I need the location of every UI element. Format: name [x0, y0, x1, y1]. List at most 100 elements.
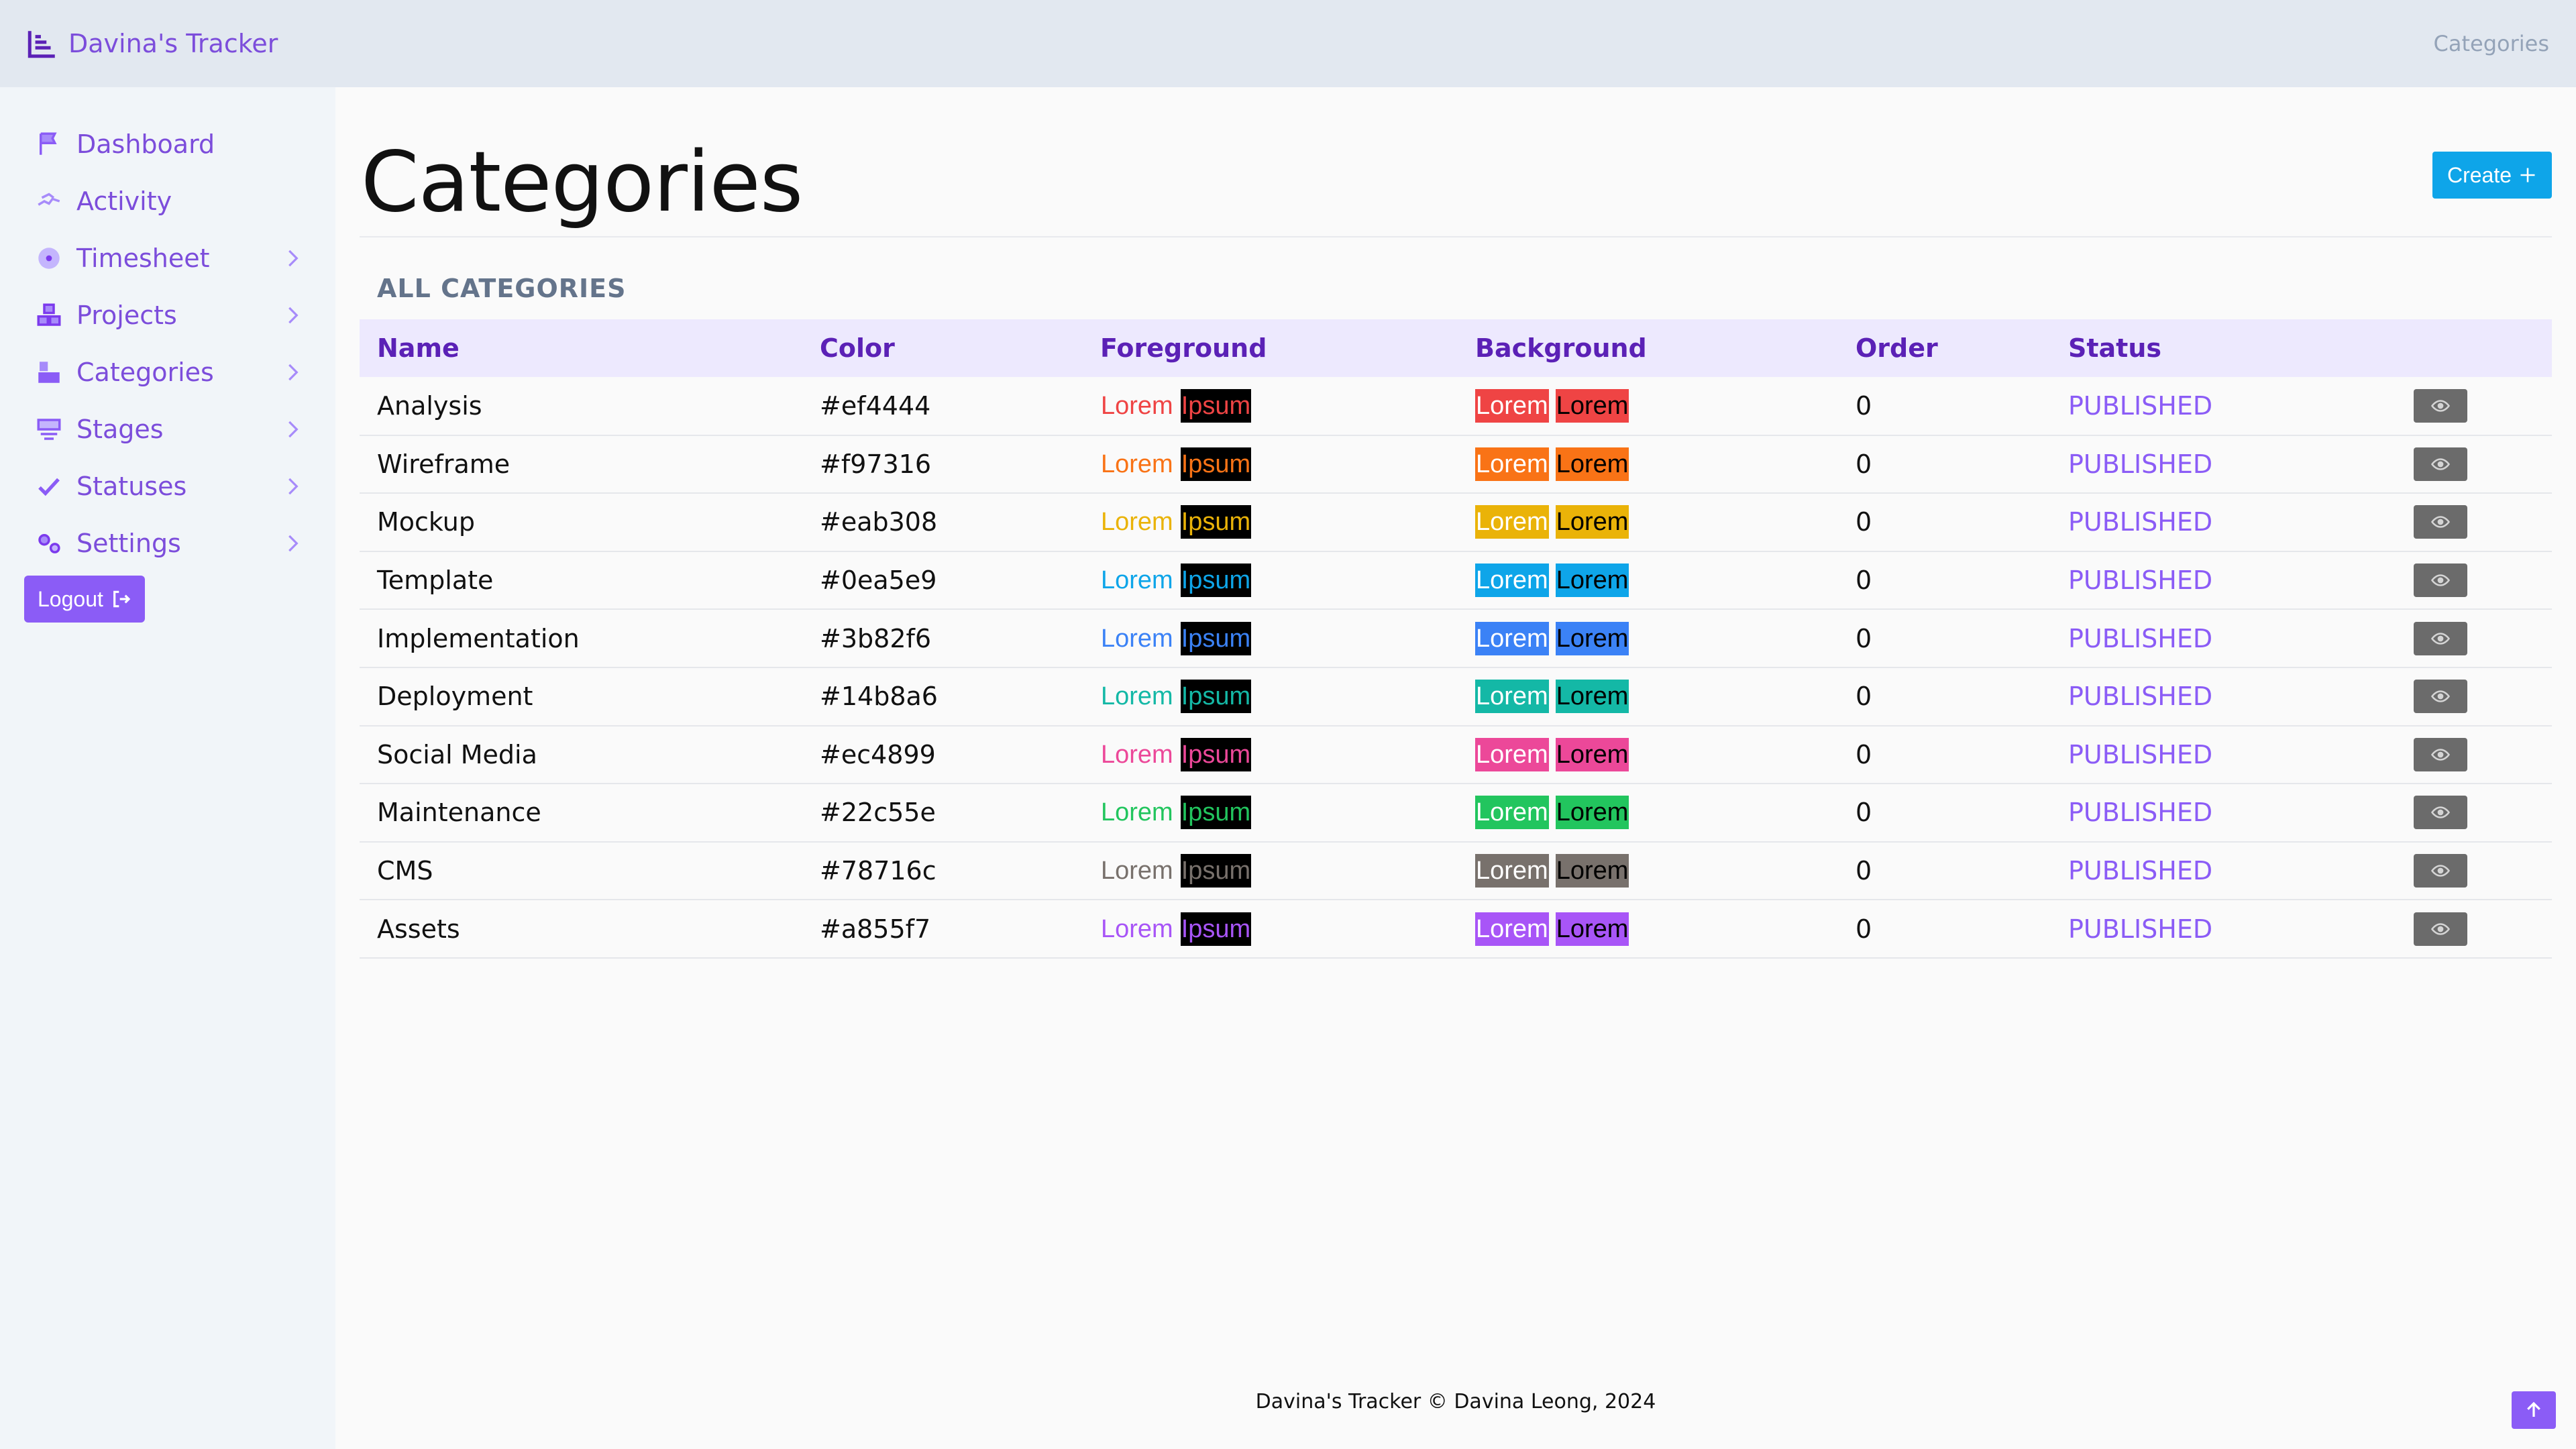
sidebar-item-stages[interactable]: Stages: [0, 400, 335, 458]
background-preview: Lorem Lorem: [1458, 551, 1838, 610]
gears-icon: [34, 528, 64, 559]
view-button[interactable]: [2414, 796, 2467, 830]
background-preview: Lorem Lorem: [1458, 435, 1838, 494]
view-button[interactable]: [2414, 505, 2467, 539]
logout-label: Logout: [38, 586, 103, 611]
header-foreground: Foreground: [1100, 333, 1267, 363]
view-button[interactable]: [2414, 737, 2467, 771]
chevron-right-icon: [288, 478, 299, 495]
sidebar-item-label: Stages: [76, 414, 164, 444]
categories-table: Name Color Foreground Background Order S…: [360, 319, 2552, 959]
foreground-on-light: Lorem: [1101, 740, 1173, 769]
status-label: PUBLISHED: [2068, 914, 2213, 944]
background-preview: Lorem Lorem: [1458, 900, 1838, 958]
foreground-preview: Lorem Ipsum: [1083, 551, 1458, 610]
sidebar-item-timesheet[interactable]: Timesheet: [0, 229, 335, 286]
category-name: Implementation: [377, 623, 580, 653]
running-icon: [34, 186, 64, 217]
sidebar-item-label: Timesheet: [76, 243, 210, 273]
status-label: PUBLISHED: [2068, 798, 2213, 828]
create-button[interactable]: Create: [2432, 152, 2552, 199]
category-color-hex: #0ea5e9: [820, 566, 937, 596]
category-color-hex: #ec4899: [820, 739, 936, 769]
category-color-hex: #78716c: [820, 856, 936, 886]
background-preview: Lorem Lorem: [1458, 667, 1838, 726]
category-order: 0: [1856, 507, 1872, 537]
sidebar-item-dashboard[interactable]: Dashboard: [0, 115, 335, 172]
view-button[interactable]: [2414, 912, 2467, 946]
sidebar: Dashboard Activity Timesheet Projects Catego…: [0, 87, 335, 1449]
background-with-black-text: Lorem: [1555, 737, 1629, 771]
eye-icon: [2430, 400, 2451, 412]
background-preview: Lorem Lorem: [1458, 842, 1838, 900]
breadcrumb-current[interactable]: Categories: [2434, 31, 2551, 56]
category-name: Analysis: [377, 390, 482, 421]
category-name: Maintenance: [377, 798, 541, 828]
background-with-white-text: Lorem: [1475, 505, 1549, 539]
background-with-black-text: Lorem: [1555, 854, 1629, 888]
disc-icon: [34, 243, 64, 274]
category-name: CMS: [377, 856, 433, 886]
eye-icon: [2430, 632, 2451, 645]
header-status: Status: [2068, 333, 2162, 363]
status-label: PUBLISHED: [2068, 507, 2213, 537]
footer-text: Davina's Tracker © Davina Leong, 2024: [1255, 1390, 1656, 1413]
status-label: PUBLISHED: [2068, 566, 2213, 596]
foreground-on-dark: Ipsum: [1180, 912, 1252, 946]
foreground-on-light: Lorem: [1101, 857, 1173, 885]
foreground-on-light: Lorem: [1101, 798, 1173, 827]
sidebar-item-categories[interactable]: Categories: [0, 343, 335, 400]
category-color-hex: #22c55e: [820, 798, 936, 828]
sidebar-item-label: Dashboard: [76, 129, 215, 159]
row-actions: [2390, 784, 2552, 842]
brand-link[interactable]: Davina's Tracker: [25, 27, 278, 60]
foreground-on-light: Lorem: [1101, 508, 1173, 537]
category-color-hex: #14b8a6: [820, 682, 938, 712]
table-row: Template #0ea5e9 Lorem Ipsum Lorem Lorem 0 PUBL…: [360, 551, 2552, 610]
eye-icon: [2430, 516, 2451, 529]
background-with-white-text: Lorem: [1475, 854, 1549, 888]
chevron-right-icon: [288, 307, 299, 324]
row-actions: [2390, 435, 2552, 494]
sidebar-item-projects[interactable]: Projects: [0, 286, 335, 343]
foreground-on-light: Lorem: [1101, 566, 1173, 595]
chevron-right-icon: [288, 421, 299, 438]
foreground-on-dark: Ipsum: [1180, 854, 1252, 888]
eye-icon: [2430, 574, 2451, 586]
view-button[interactable]: [2414, 388, 2467, 423]
background-with-white-text: Lorem: [1475, 564, 1549, 598]
section-label: ALL CATEGORIES: [377, 274, 627, 303]
table-row: Social Media #ec4899 Lorem Ipsum Lorem Lorem 0…: [360, 726, 2552, 784]
row-actions: [2390, 842, 2552, 900]
sidebar-item-label: Statuses: [76, 471, 187, 501]
row-actions: [2390, 726, 2552, 784]
logout-button[interactable]: Logout: [24, 576, 145, 623]
table-row: Implementation #3b82f6 Lorem Ipsum Lorem Lore…: [360, 609, 2552, 667]
view-button[interactable]: [2414, 854, 2467, 888]
foreground-preview: Lorem Ipsum: [1083, 377, 1458, 435]
view-button[interactable]: [2414, 564, 2467, 598]
background-with-black-text: Lorem: [1555, 680, 1629, 714]
table-row: Analysis #ef4444 Lorem Ipsum Lorem Lorem 0 PUBL…: [360, 377, 2552, 435]
foreground-on-dark: Ipsum: [1180, 505, 1252, 539]
background-with-white-text: Lorem: [1475, 737, 1549, 771]
eye-icon: [2430, 806, 2451, 819]
view-button[interactable]: [2414, 680, 2467, 714]
scroll-top-button[interactable]: [2512, 1391, 2556, 1429]
foreground-on-light: Lorem: [1101, 682, 1173, 711]
view-button[interactable]: [2414, 447, 2467, 481]
eye-icon: [2430, 922, 2451, 935]
header-background: Background: [1475, 333, 1647, 363]
sidebar-item-settings[interactable]: Settings: [0, 515, 335, 572]
table-row: Assets #a855f7 Lorem Ipsum Lorem Lorem 0 PUBLIS…: [360, 900, 2552, 958]
table-row: Maintenance #22c55e Lorem Ipsum Lorem Lorem 0 P…: [360, 784, 2552, 842]
sidebar-item-statuses[interactable]: Statuses: [0, 458, 335, 515]
sidebar-item-activity[interactable]: Activity: [0, 172, 335, 229]
foreground-preview: Lorem Ipsum: [1083, 667, 1458, 726]
category-order: 0: [1856, 682, 1872, 712]
category-color-hex: #ef4444: [820, 390, 931, 421]
eye-icon: [2430, 865, 2451, 877]
status-label: PUBLISHED: [2068, 682, 2213, 712]
foreground-preview: Lorem Ipsum: [1083, 609, 1458, 667]
view-button[interactable]: [2414, 621, 2467, 655]
